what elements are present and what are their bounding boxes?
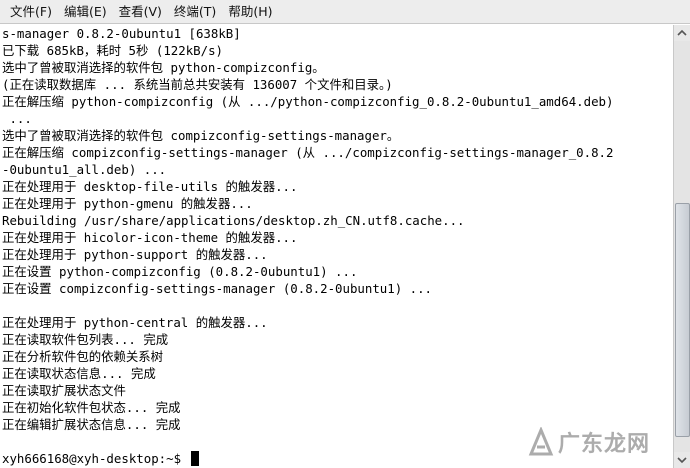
terminal-line: 正在读取状态信息... 完成 <box>2 366 156 381</box>
terminal-line: 正在初始化软件包状态... 完成 <box>2 400 181 415</box>
menu-edit[interactable]: 编辑(E) <box>58 1 113 23</box>
terminal-window: 文件(F) 编辑(E) 查看(V) 终端(T) 帮助(H) s-manager … <box>0 0 690 468</box>
watermark-text: 广东龙网 <box>558 432 651 457</box>
terminal-line: 正在处理用于 python-gmenu 的触发器... <box>2 196 253 211</box>
terminal-line: 正在解压缩 python-compizconfig (从 .../python-… <box>2 94 614 109</box>
terminal-line: 正在设置 compizconfig-settings-manager (0.8.… <box>2 281 433 296</box>
terminal-output[interactable]: s-manager 0.8.2-0ubuntu1 [638kB] 已下载 685… <box>0 25 672 468</box>
terminal-line: Rebuilding /usr/share/applications/deskt… <box>2 213 465 228</box>
terminal-line: (正在读取数据库 ... 系统当前总共安装有 136007 个文件和目录。) <box>2 77 393 92</box>
terminal-line: 正在解压缩 compizconfig-settings-manager (从 .… <box>2 145 614 160</box>
menu-bar: 文件(F) 编辑(E) 查看(V) 终端(T) 帮助(H) <box>0 0 690 24</box>
shell-prompt-line[interactable]: xyh666168@xyh-desktop:~$ <box>2 450 199 467</box>
terminal-line: 选中了曾被取消选择的软件包 python-compizconfig。 <box>2 60 325 75</box>
terminal-line: 正在处理用于 desktop-file-utils 的触发器... <box>2 179 298 194</box>
scroll-up-arrow-icon[interactable] <box>674 25 690 41</box>
text-cursor <box>190 451 199 466</box>
terminal-line: 正在读取扩展状态文件 <box>2 383 126 398</box>
menu-terminal[interactable]: 终端(T) <box>168 1 222 23</box>
terminal-line: 正在读取软件包列表... 完成 <box>2 332 169 347</box>
terminal-line: 正在处理用于 python-support 的触发器... <box>2 247 268 262</box>
terminal-line: ... <box>2 111 32 126</box>
terminal-line: 正在分析软件包的依赖关系树 <box>2 349 164 364</box>
menu-help[interactable]: 帮助(H) <box>222 1 278 23</box>
terminal-line: 选中了曾被取消选择的软件包 compizconfig-settings-mana… <box>2 128 400 143</box>
terminal-line: -0ubuntu1_all.deb) ... <box>2 162 167 177</box>
scroll-down-arrow-icon[interactable] <box>674 452 690 468</box>
vertical-scrollbar[interactable] <box>673 25 690 468</box>
shell-prompt: xyh666168@xyh-desktop:~$ <box>2 451 189 466</box>
terminal-line: 正在处理用于 python-central 的触发器... <box>2 315 268 330</box>
menu-view[interactable]: 查看(V) <box>113 1 168 23</box>
terminal-line: 已下载 685kB，耗时 5秒 (122kB/s) <box>2 43 224 58</box>
dragon-logo-icon <box>528 427 554 456</box>
scrollbar-thumb[interactable] <box>675 203 690 437</box>
terminal-line: s-manager 0.8.2-0ubuntu1 [638kB] <box>2 26 241 41</box>
menu-file[interactable]: 文件(F) <box>4 1 58 23</box>
terminal-line: 正在处理用于 hicolor-icon-theme 的触发器... <box>2 230 298 245</box>
terminal-lines: s-manager 0.8.2-0ubuntu1 [638kB] 已下载 685… <box>0 25 672 433</box>
terminal-line: 正在设置 python-compizconfig (0.8.2-0ubuntu1… <box>2 264 358 279</box>
site-watermark: 广东龙网 <box>528 420 673 464</box>
